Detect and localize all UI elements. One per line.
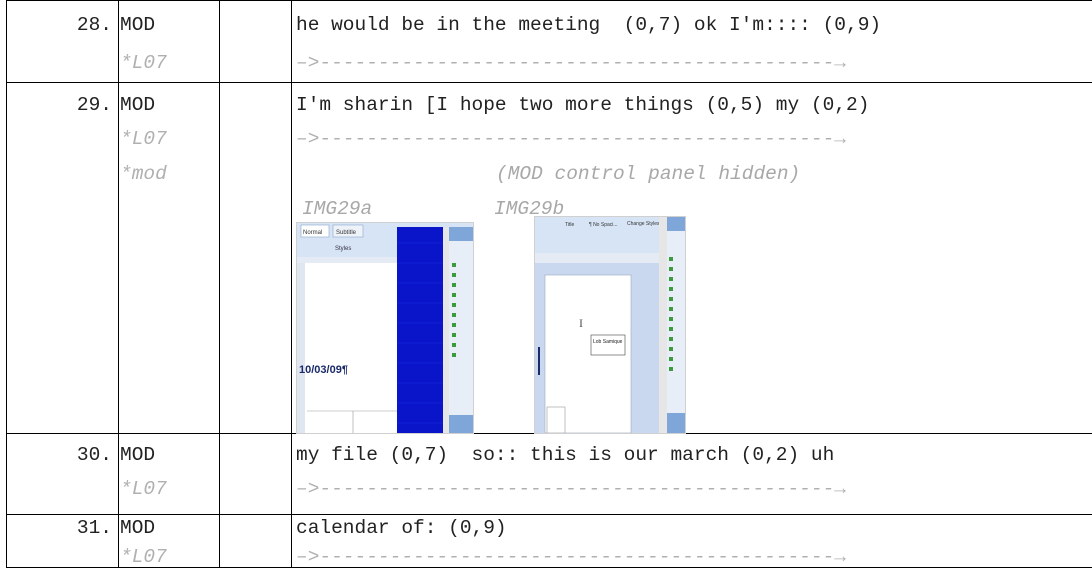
transcript-table: 28. MOD *L07 he would be in the meeting … [6, 0, 1092, 568]
screenshot-img29a: Normal Subtitle Styles 10/03/09¶ [296, 222, 474, 434]
style-label: ¶ No Spaci... [589, 222, 618, 228]
gaze-line: –>--------------------------------------… [296, 478, 846, 500]
tier-code: *L07 [120, 52, 167, 74]
svg-text:I: I [579, 316, 583, 330]
speaker-code: MOD [120, 94, 156, 116]
gaze-line: –>--------------------------------------… [296, 546, 846, 568]
group-label: Styles [335, 246, 351, 252]
tier-code: *L07 [120, 128, 167, 150]
tier-code: *L07 [120, 478, 167, 500]
tier-code: *mod [120, 163, 167, 185]
column-divider [6, 0, 7, 568]
column-divider [291, 0, 292, 568]
speech-text: my file (0,7) so:: this is our march (0,… [296, 444, 835, 466]
speaker-code: MOD [120, 517, 156, 539]
screenshot-img29b: Title ¶ No Spaci... Change Styles I Lob … [534, 216, 686, 434]
row-divider [6, 0, 1092, 1]
gaze-line: –>--------------------------------------… [296, 52, 846, 74]
tab-label: Normal [303, 230, 322, 236]
gaze-line: –>--------------------------------------… [296, 128, 846, 150]
line-number: 28. [76, 14, 112, 36]
speech-text: calendar of: (0,9) [296, 517, 507, 539]
change-styles-label: Change Styles [627, 221, 660, 227]
row-divider [6, 82, 1092, 83]
speaker-code: MOD [120, 444, 156, 466]
column-divider [219, 0, 220, 568]
speaker-code: MOD [120, 14, 156, 36]
line-number: 29. [76, 94, 112, 116]
row-divider [6, 514, 1092, 515]
line-number: 31. [76, 517, 112, 539]
annotation-note: (MOD control panel hidden) [496, 163, 801, 185]
speech-text: he would be in the meeting (0,7) ok I'm:… [296, 14, 882, 36]
column-divider [118, 0, 119, 568]
image-label: IMG29a [302, 198, 373, 220]
speech-text: I'm sharin [I hope two more things (0,5)… [296, 94, 870, 116]
word-window-thumbnail: Title ¶ No Spaci... Change Styles I Lob … [535, 217, 685, 433]
tier-code: *L07 [120, 546, 167, 568]
line-number: 30. [76, 444, 112, 466]
document-date: 10/03/09¶ [299, 364, 348, 376]
style-label: Title [565, 222, 574, 228]
tab-label: Subtitle [336, 230, 357, 236]
tooltip-text: Lob Samique [593, 339, 623, 345]
word-window-thumbnail: Normal Subtitle Styles 10/03/09¶ [297, 223, 473, 433]
